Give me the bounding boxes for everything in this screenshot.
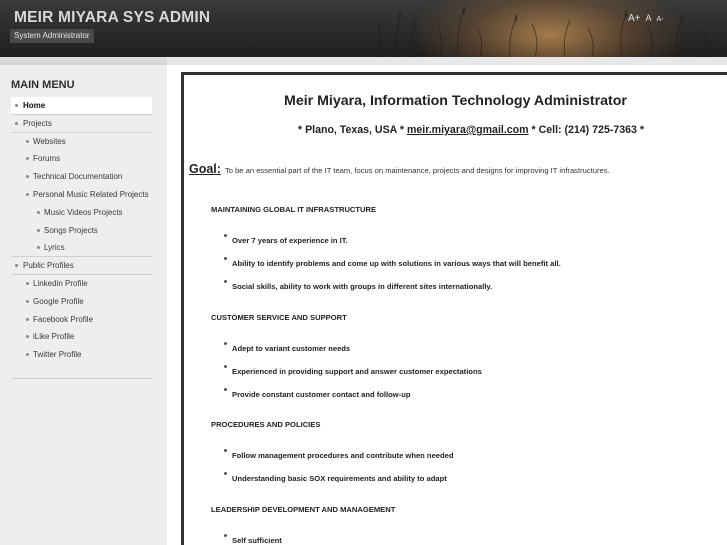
email-link[interactable]: meir.miyara@gmail.com <box>407 124 529 136</box>
list-item: Understanding basic SOX requirements and… <box>224 472 447 483</box>
menu-item-projects[interactable]: Projects <box>11 115 152 133</box>
menu-item-label: Forums <box>33 154 61 164</box>
menu-item-label: iLike Profile <box>33 332 75 342</box>
menu-item-forums[interactable]: Forums <box>11 150 152 168</box>
main-content: Meir Miyara, Information Technology Admi… <box>181 72 727 545</box>
menu-item-label: Songs Projects <box>44 225 98 235</box>
bullet-icon <box>26 175 29 179</box>
menu-item-label: Public Profiles <box>23 261 74 271</box>
menu-item-label: Technical Documentation <box>33 172 123 182</box>
content-top-band <box>167 57 727 65</box>
list-item: Self sufficient <box>224 534 282 545</box>
menu-item-facebook-profile[interactable]: Facebook Profile <box>11 311 152 329</box>
contact-line: * Plano, Texas, USA * meir.miyara@gmail.… <box>298 124 644 136</box>
list-item: Social skills, ability to work with grou… <box>224 280 493 291</box>
section-heading: PROCEDURES AND POLICIES <box>211 420 321 429</box>
normal-font-button[interactable]: A <box>646 13 652 23</box>
bullet-icon <box>37 246 40 250</box>
list-item: Adept to variant customer needs <box>224 342 351 353</box>
bullet-icon <box>26 157 29 161</box>
bullet-icon <box>15 121 18 125</box>
menu-item-music-videos-projects[interactable]: Music Videos Projects <box>11 204 152 222</box>
header-grass-decoration <box>377 6 708 57</box>
list-item: Over 7 years of experience in IT. <box>224 234 348 245</box>
menu-item-websites[interactable]: Websites <box>11 133 152 151</box>
bullet-icon <box>224 342 227 345</box>
menu-item-linkedin-profile[interactable]: Linkedin Profile <box>11 275 152 293</box>
list-item: Provide constant customer contact and fo… <box>224 388 411 399</box>
bullet-icon <box>224 280 227 283</box>
bullet-icon <box>26 335 29 339</box>
list-item-text: Over 7 years of experience in IT. <box>232 236 348 245</box>
menu-item-label: Projects <box>23 118 52 128</box>
section-heading: LEADERSHIP DEVELOPMENT AND MANAGEMENT <box>211 505 396 514</box>
list-item-text: Follow management procedures and contrib… <box>232 451 454 460</box>
sidebar-top-band <box>0 57 167 65</box>
menu-item-technical-documentation[interactable]: Technical Documentation <box>11 168 152 186</box>
decrease-font-button[interactable]: A- <box>657 16 664 23</box>
bullet-icon <box>26 139 29 143</box>
menu-item-personal-music-projects[interactable]: Personal Music Related Projects <box>11 186 152 204</box>
bullet-icon <box>37 210 40 214</box>
list-item-text: Ability to identify problems and come up… <box>232 259 561 268</box>
section-heading: CUSTOMER SERVICE AND SUPPORT <box>211 313 347 322</box>
site-slogan: System Administrator <box>10 29 94 43</box>
menu-item-twitter-profile[interactable]: Twitter Profile <box>11 346 152 364</box>
menu-item-label: Lyrics <box>44 243 65 253</box>
bullet-icon <box>224 365 227 368</box>
menu-item-label: Personal Music Related Projects <box>33 189 149 199</box>
menu-item-ilike-profile[interactable]: iLike Profile <box>11 328 152 346</box>
bullet-icon <box>26 317 29 321</box>
menu-item-public-profiles[interactable]: Public Profiles <box>11 257 152 275</box>
contact-location: * Plano, Texas, USA * <box>298 124 404 136</box>
menu-item-label: Music Videos Projects <box>44 207 123 217</box>
bullet-icon <box>26 353 29 357</box>
menu-item-label: Twitter Profile <box>33 350 82 360</box>
list-item-text: Provide constant customer contact and fo… <box>232 390 411 399</box>
list-item-text: Social skills, ability to work with grou… <box>232 282 493 291</box>
menu-item-label: Websites <box>33 136 66 146</box>
menu-item-label: Linkedin Profile <box>33 278 88 288</box>
bullet-icon <box>224 388 227 391</box>
goal-text: To be an essential part of the IT team, … <box>224 166 610 175</box>
bullet-icon <box>224 534 227 537</box>
bullet-icon <box>15 104 18 107</box>
sidebar: MAIN MENU Home Projects Websites Forums … <box>0 65 167 545</box>
menu-item-lyrics[interactable]: Lyrics <box>11 239 152 258</box>
menu-item-label: Google Profile <box>33 296 84 306</box>
site-header: MEIR MIYARA SYS ADMIN System Administrat… <box>0 0 727 57</box>
menu-item-label: Home <box>23 101 46 110</box>
bullet-icon <box>224 257 227 260</box>
menu-item-songs-projects[interactable]: Songs Projects <box>11 222 152 240</box>
bullet-icon <box>37 228 40 232</box>
increase-font-button[interactable]: A+ <box>628 13 641 24</box>
list-item: Follow management procedures and contrib… <box>224 449 454 460</box>
bullet-icon <box>224 234 227 237</box>
goal-statement: Goal: To be an essential part of the IT t… <box>189 162 610 176</box>
list-item: Experienced in providing support and ans… <box>224 365 482 376</box>
list-item-text: Self sufficient <box>232 536 282 545</box>
section-heading: MAINTAINING GLOBAL IT INFRASTRUCTURE <box>211 205 377 214</box>
font-size-controls: A+ A A- <box>628 13 664 24</box>
bullet-icon <box>26 299 29 303</box>
contact-phone: * Cell: (214) 725-7363 * <box>531 124 644 136</box>
list-item: Ability to identify problems and come up… <box>224 257 561 268</box>
bullet-icon <box>26 192 29 196</box>
bullet-icon <box>15 264 18 268</box>
list-item-text: Understanding basic SOX requirements and… <box>232 474 447 483</box>
list-item-text: Adept to variant customer needs <box>232 344 351 353</box>
bullet-icon <box>224 472 227 475</box>
main-menu-title: MAIN MENU <box>11 79 75 91</box>
bullet-icon <box>26 281 29 285</box>
goal-label: Goal: <box>189 162 221 176</box>
menu-item-home[interactable]: Home <box>11 97 152 115</box>
page-headline: Meir Miyara, Information Technology Admi… <box>284 93 627 109</box>
menu-item-label: Facebook Profile <box>33 314 94 324</box>
menu-divider <box>11 378 152 379</box>
menu-item-google-profile[interactable]: Google Profile <box>11 293 152 311</box>
list-item-text: Experienced in providing support and ans… <box>232 367 482 376</box>
site-title[interactable]: MEIR MIYARA SYS ADMIN <box>14 9 210 27</box>
bullet-icon <box>224 449 227 452</box>
main-menu: Home Projects Websites Forums Technical … <box>11 97 152 364</box>
